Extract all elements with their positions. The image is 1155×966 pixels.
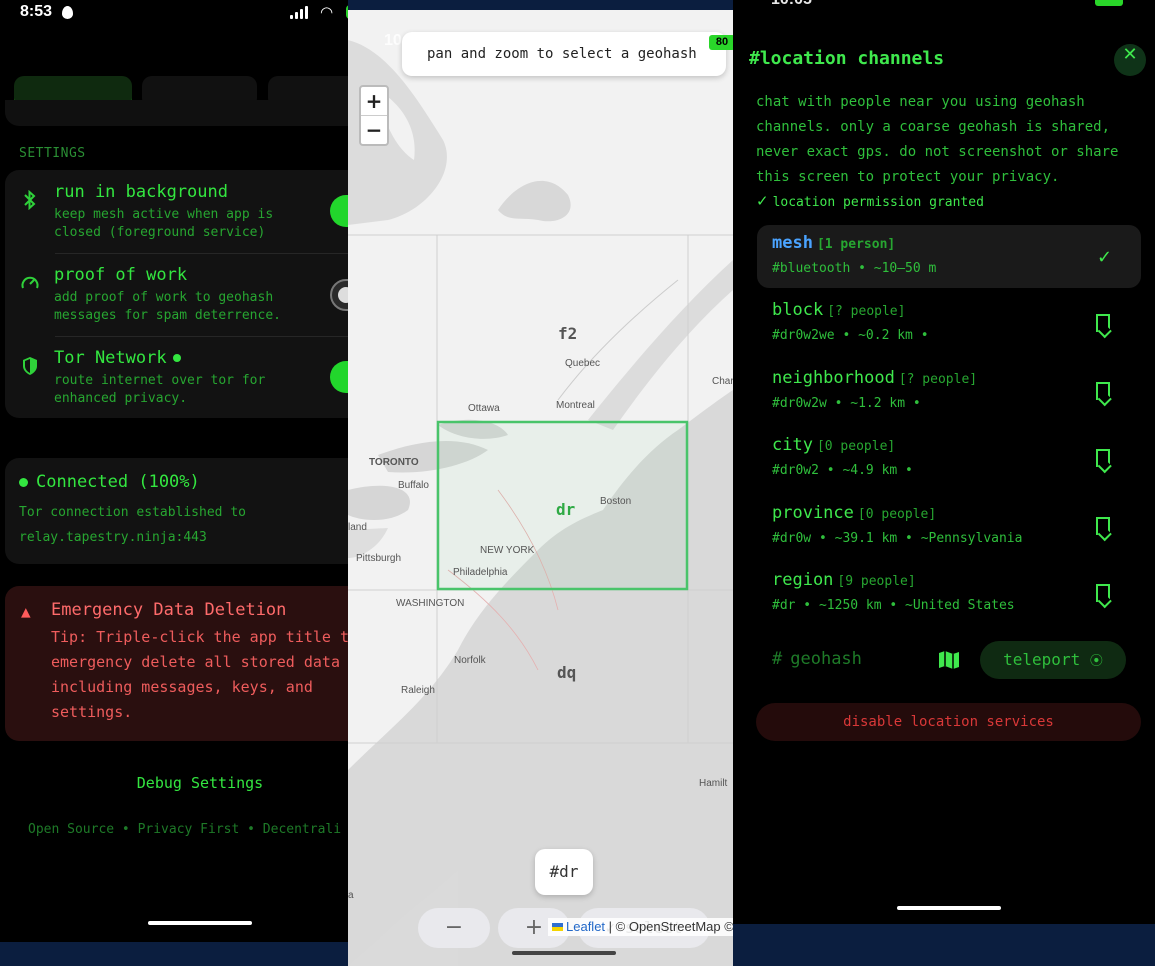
city-label: Philadelphia [453,567,508,578]
city-label: a [348,890,354,901]
status-dot [172,354,181,362]
city-label: land [348,522,367,533]
city-label: NEW YORK [480,545,535,556]
channel-detail: #dr0w2 • ~4.9 km • [772,463,913,478]
channel-name: neighborhood [? people] [772,368,978,388]
channel-detail: #bluetooth • ~10–50 m [772,261,937,276]
setting-title: Tor Network [54,348,181,368]
channel-region[interactable]: region [9 people] #dr • ~1250 km • ~Unite… [757,562,1141,625]
geohash-label-f2: f2 [558,324,578,343]
channel-detail: #dr • ~1250 km • ~United States [772,598,1015,613]
setting-title: proof of work [54,265,188,285]
leaflet-link[interactable]: Leaflet [566,919,605,934]
city-label: Quebec [565,358,601,369]
channel-province[interactable]: province [0 people] #dr0w • ~39.1 km • ~P… [757,495,1141,558]
drop-icon [62,6,73,19]
bluetooth-icon [20,189,40,211]
channel-detail: #dr0w2w • ~1.2 km • [772,396,921,411]
zoom-out-button[interactable]: − [361,116,387,145]
channel-name: province [0 people] [772,503,937,523]
location-pin-icon: ⦿ [1089,654,1103,669]
geohash-input[interactable]: # geohash [772,649,862,669]
bookmark-icon[interactable] [1096,584,1110,602]
bookmark-icon[interactable] [1096,449,1110,467]
geohash-map-screen[interactable]: 10:05 pan and zoom to select a geohash 8… [348,10,733,966]
location-channels-screen: 10:05 #location channels ✕ chat with peo… [733,0,1155,924]
permission-status: ✓ location permission granted [756,192,984,210]
debug-settings-button[interactable]: Debug Settings [0,774,348,792]
channel-name: block [? people] [772,300,906,320]
channel-name: city [0 people] [772,435,896,455]
wifi-icon: ◠ [320,3,334,21]
city-label: Pittsburgh [356,553,402,564]
disable-location-button[interactable]: disable location services [756,703,1141,741]
channel-name: region [9 people] [772,570,916,590]
privacy-intro: chat with people near you using geohash … [756,94,1119,185]
map-attribution: Leaflet | © OpenStreetMap © Carto [548,918,733,936]
map-instruction-banner: pan and zoom to select a geohash [402,32,726,76]
card-edge [5,100,348,126]
home-indicator [148,921,252,925]
city-label: Buffalo [398,480,429,491]
map-icon[interactable] [938,650,960,670]
settings-heading: SETTINGS [19,146,86,161]
geohash-label-dr: dr [556,500,576,519]
setting-title: run in background [54,182,228,202]
teleport-button[interactable]: teleport ⦿ [980,641,1126,679]
city-label: Ottawa [468,403,500,414]
selected-geohash-chip: #dr [535,849,593,895]
divider [55,253,348,254]
setting-desc: add proof of work to geohash messages fo… [54,290,281,323]
battery-icon [1095,0,1123,6]
settings-screen: 8:53 ◠ SETTINGS run in background keep m… [0,0,348,942]
channel-detail: #dr0w2we • ~0.2 km • [772,328,929,343]
city-label: Char [712,376,733,387]
zoom-in-button[interactable]: + [361,87,387,116]
battery-icon: 80 [709,35,733,50]
geohash-label-dq: dq [557,663,577,682]
divider [55,336,348,337]
city-label: Montreal [556,400,595,411]
channel-detail: #dr0w • ~39.1 km • ~Pennsylvania [772,531,1023,546]
channel-name: mesh [1 person] [772,233,896,253]
check-icon: ✓ [756,192,769,210]
status-time-ghost: 10:05 [771,0,812,9]
bookmark-icon[interactable] [1096,517,1110,535]
status-time: 8:53 [20,3,53,20]
check-icon: ✓ [1097,247,1113,268]
zoom-control: + − [359,85,389,146]
connection-desc: Tor connection established to relay.tape… [19,505,246,545]
sheet-title: #location channels [749,48,945,69]
flag-icon [552,923,563,931]
setting-desc: route internet over tor for enhanced pri… [54,373,266,406]
city-label: Boston [600,496,632,507]
channel-city[interactable]: city [0 people] #dr0w2 • ~4.9 km • [757,427,1141,490]
channel-mesh[interactable]: mesh [1 person] #bluetooth • ~10–50 m ✓ [757,225,1141,288]
city-label: TORONTO [369,457,419,468]
warning-icon: ▲ [21,602,31,621]
home-indicator [897,906,1001,910]
bookmark-icon[interactable] [1096,314,1110,332]
shield-icon [20,356,40,376]
setting-desc: keep mesh active when app is closed (for… [54,207,274,240]
channel-neighborhood[interactable]: neighborhood [? people] #dr0w2w • ~1.2 km… [757,360,1141,423]
footer-text: Open Source • Privacy First • Decentrali [28,822,342,837]
connection-status: Connected (100%) [19,472,200,492]
emergency-card: ▲ Emergency Data Deletion Tip: Triple-cl… [5,586,348,741]
city-label: Hamilt [699,778,728,789]
channel-block[interactable]: block [? people] #dr0w2we • ~0.2 km • [757,292,1141,355]
city-label: Raleigh [401,685,435,696]
close-button[interactable]: ✕ [1114,44,1146,76]
city-label: Norfolk [454,655,486,666]
emergency-desc: Tip: Triple-click the app title to emerg… [51,628,348,721]
speedometer-icon [20,273,40,293]
home-indicator [512,951,616,955]
map-zoom-out-button[interactable]: − [418,908,490,948]
emergency-title: Emergency Data Deletion [51,600,287,620]
city-label: WASHINGTON [396,598,465,609]
status-dot [19,477,28,487]
bookmark-icon[interactable] [1096,382,1110,400]
signal-icon [290,6,308,19]
